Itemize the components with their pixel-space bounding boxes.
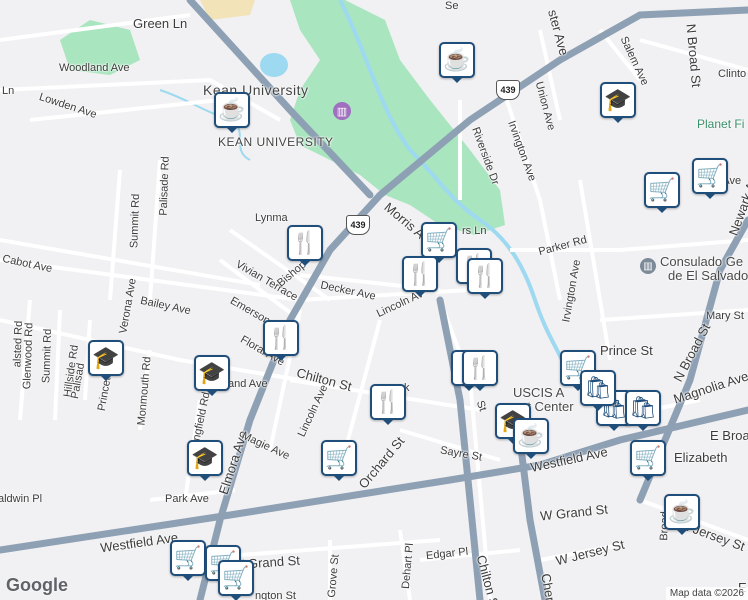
graduation-cap-icon[interactable]: 🎓 [88,340,124,381]
university-building-icon[interactable]: ▥ [333,102,351,120]
shopping-cart-icon[interactable]: 🛒 [692,158,728,199]
street-label: and Ave [228,378,268,390]
street-label: Lynma [255,212,288,224]
google-logo: Google [6,575,68,595]
fork-knife-icon[interactable]: 🍴 [402,256,438,297]
route-shield: 439 [346,215,370,235]
street-label: Clinto [718,68,747,80]
consulate-icon[interactable]: ▥ [640,258,656,274]
street-label: Park Ave [165,493,209,505]
coffee-cup-icon[interactable]: ☕ [439,42,475,83]
street-label: Ln [2,85,15,97]
shopping-cart-icon[interactable]: 🛒 [644,172,680,213]
shopping-cart-icon[interactable]: 🛒 [630,440,666,481]
place-label-consulado-line1[interactable]: Consulado Ge [660,254,743,269]
fork-knife-icon[interactable]: 🍴 [287,225,323,266]
place-label-kean-university-campus: KEAN UNIVERSITY [218,135,334,149]
fork-knife-icon[interactable]: 🍴 [263,320,299,361]
pond [260,53,288,77]
map-attribution[interactable]: Map data ©2026 [665,587,748,600]
shopping-bag-icon[interactable]: 🛍 [580,370,616,411]
street-label: E Broa [710,428,748,443]
shopping-cart-icon[interactable]: 🛒 [170,540,206,581]
street-label: Palisade Rd [157,156,172,216]
coffee-cup-icon[interactable]: ☕ [513,418,549,459]
street-label: Woodland Ave [59,62,130,74]
graduation-cap-icon[interactable]: 🎓 [600,82,636,123]
graduation-cap-icon[interactable]: 🎓 [194,355,230,396]
street-label: Mary St [706,310,744,322]
fork-knife-icon[interactable]: 🍴 [467,258,503,299]
shopping-cart-icon[interactable]: 🛒 [421,222,457,263]
street-label: ngton St [255,590,296,600]
place-label-uscis-line1[interactable]: USCIS A [513,385,564,400]
shopping-bag-icon[interactable]: 🛍 [625,390,661,431]
street-label: Summit Rd [40,328,55,384]
graduation-cap-icon[interactable]: 🎓 [187,440,223,481]
map-canvas[interactable]: Green Ln Woodland Ave Lowden Ave Ln Summ… [0,0,748,600]
street-label: Glenwood Rd [21,322,36,390]
street-label: rs Ln [462,225,487,237]
place-label-planet-fitness[interactable]: Planet Fi [697,117,744,131]
coffee-cup-icon[interactable]: ☕ [214,92,250,133]
fork-knife-icon[interactable]: 🍴 [462,350,498,391]
route-shield: 439 [496,80,520,100]
street-label: aldwin Pl [0,493,43,505]
street-label: Elizabeth [674,450,728,465]
place-label-consulado-line2: de El Salvador [668,268,748,283]
street-label: Se [445,0,459,12]
coffee-cup-icon[interactable]: ☕ [664,494,700,535]
shopping-cart-icon[interactable]: 🛒 [321,440,357,481]
street-label: Prince St [600,343,653,358]
street-label: Summit Rd [128,193,143,249]
street-label: Green Ln [133,16,188,31]
fork-knife-icon[interactable]: 🍴 [370,384,406,425]
shopping-cart-icon[interactable]: 🛒 [218,560,254,600]
